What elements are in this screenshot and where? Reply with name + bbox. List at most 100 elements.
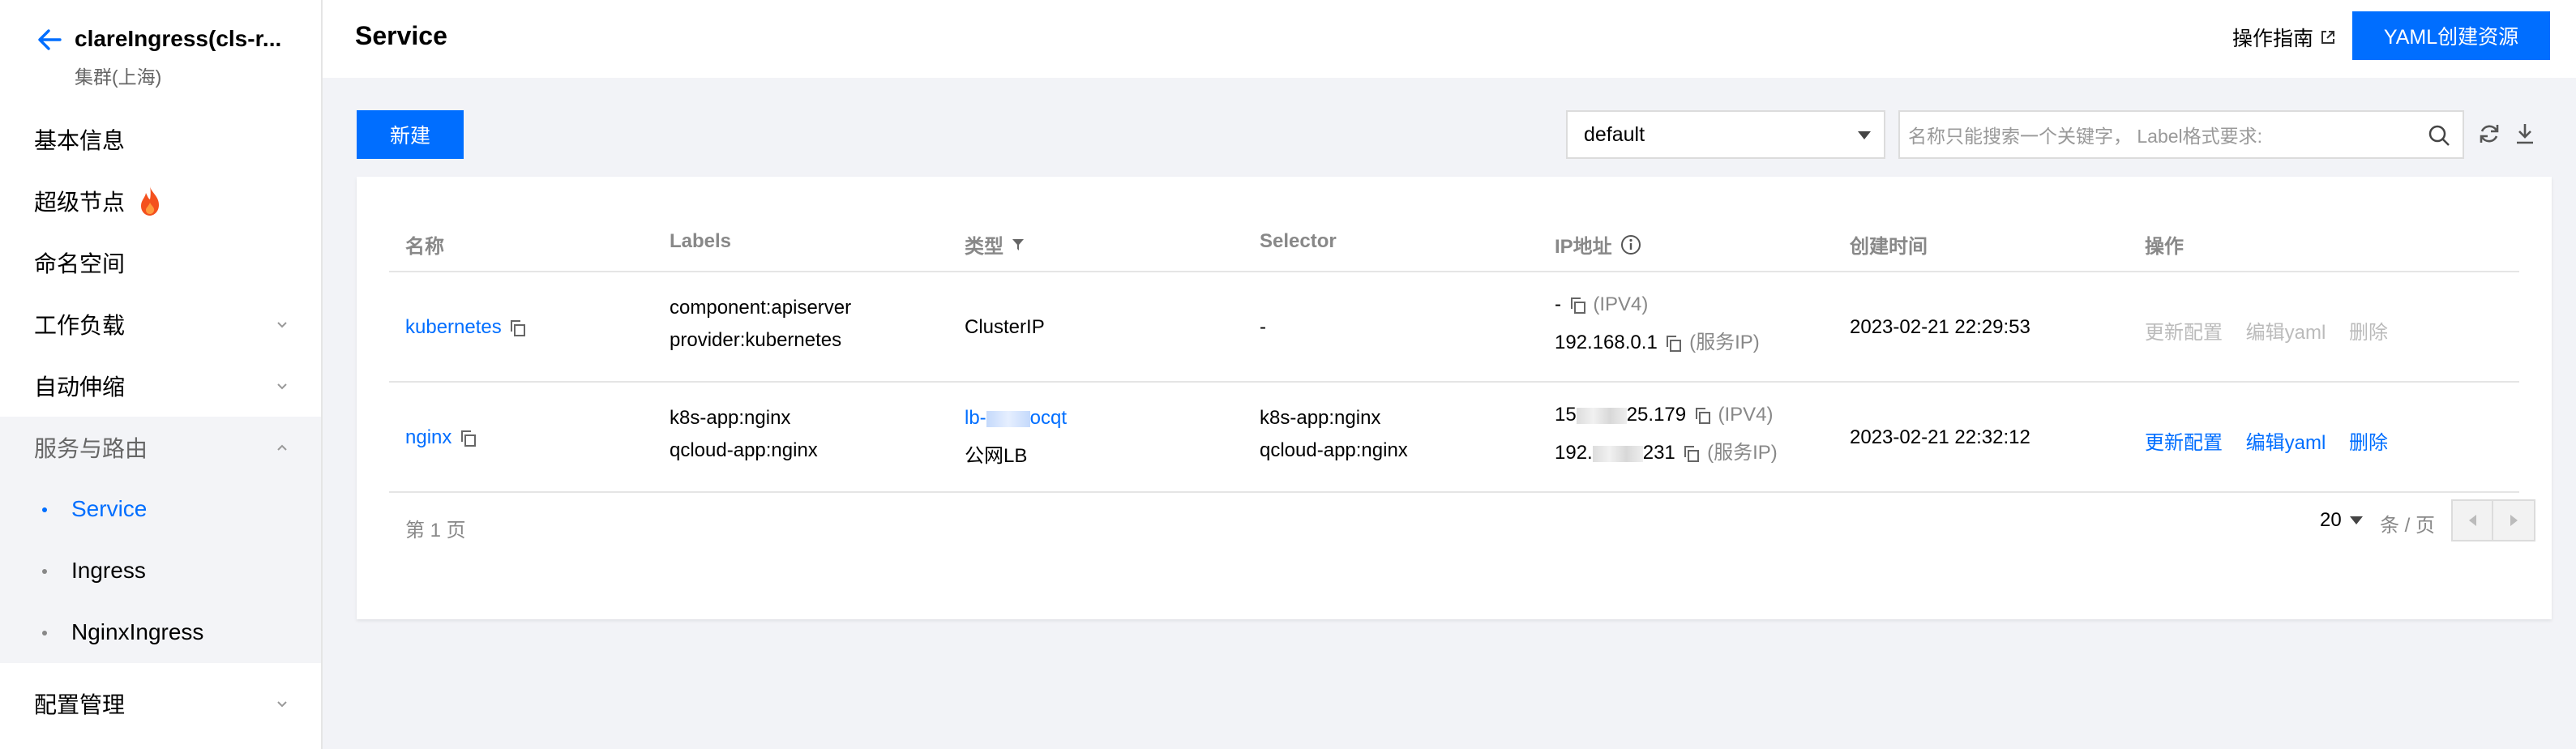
sidebar-item-workload[interactable]: 工作负载	[0, 293, 321, 355]
sidebar-item-label: 配置管理	[34, 692, 126, 717]
ip-start: 15	[1555, 404, 1577, 426]
service-name-cell: kubernetes	[405, 316, 528, 339]
guide-link[interactable]: 操作指南	[2232, 23, 2336, 52]
col-selector: Selector	[1260, 230, 1337, 252]
edit-yaml-action: 编辑yaml	[2245, 322, 2326, 344]
label-text: qcloud-app:nginx	[670, 439, 818, 461]
edit-yaml-action[interactable]: 编辑yaml	[2246, 432, 2326, 454]
update-config-action: 更新配置	[2145, 322, 2223, 344]
service-table: 名称 Labels 类型 Selector IP地址 创建时间 操作 kuber…	[389, 212, 2519, 493]
sidebar-subitem-nginx-ingress[interactable]: NginxIngress	[0, 601, 321, 663]
bullet-dot	[42, 507, 47, 512]
col-ip-label: IP地址	[1555, 236, 1612, 258]
page-info: 第 1 页	[405, 520, 466, 541]
selector-text: k8s-app:nginx	[1260, 407, 1381, 429]
per-page-label: 条 / 页	[2380, 515, 2436, 537]
ip-line: - (IPV4)	[1555, 293, 1648, 316]
copy-icon[interactable]	[1664, 334, 1684, 353]
ip-value: 192.168.0.1	[1555, 332, 1658, 353]
col-created: 创建时间	[1850, 236, 1928, 258]
ip-line: 192.168.0.1 (服务IP)	[1555, 326, 1760, 354]
sidebar-item-autoscaling[interactable]: 自动伸缩	[0, 355, 321, 417]
copy-icon[interactable]	[1568, 296, 1588, 315]
sidebar-item-label: 命名空间	[34, 251, 126, 276]
page-size-value: 20	[2320, 509, 2342, 531]
sidebar-item-namespace[interactable]: 命名空间	[0, 232, 321, 293]
next-page-button[interactable]	[2493, 501, 2534, 540]
copy-icon[interactable]	[508, 319, 528, 338]
label-text: provider:kubernetes	[670, 329, 842, 351]
col-type-label: 类型	[965, 236, 1003, 258]
sidebar-item-service-routing[interactable]: 服务与路由	[0, 417, 321, 478]
selector-text: qcloud-app:nginx	[1260, 439, 1408, 461]
col-name: 名称	[405, 236, 444, 258]
ip-tag: (IPV4)	[1718, 404, 1774, 426]
prev-page-button[interactable]	[2453, 501, 2493, 540]
sidebar-item-label: 服务与路由	[34, 436, 148, 461]
back-arrow-icon[interactable]	[36, 26, 63, 54]
row-actions: 更新配置 编辑yaml 删除	[2145, 316, 2406, 345]
chevron-up-icon	[277, 444, 287, 451]
table-header: 名称 Labels 类型 Selector IP地址 创建时间 操作	[389, 212, 2519, 272]
search-placeholder: 名称只能搜索一个关键字， Label格式要求:	[1908, 126, 2263, 147]
loadbalancer-link[interactable]: lb-ocqt	[965, 407, 1067, 430]
copy-icon[interactable]	[459, 429, 478, 448]
selector-text: -	[1260, 316, 1266, 338]
cluster-region: 集群(上海)	[75, 66, 162, 88]
namespace-value: default	[1584, 122, 1645, 146]
ip-start: 192.	[1555, 442, 1593, 464]
namespace-select[interactable]: default	[1566, 110, 1885, 159]
sidebar-item-super-node[interactable]: 超级节点	[0, 170, 321, 232]
redacted-block	[986, 410, 1030, 427]
redacted-block	[1576, 407, 1627, 424]
label-text: k8s-app:nginx	[670, 407, 791, 429]
service-type: ClusterIP	[965, 316, 1045, 338]
service-name-link[interactable]: nginx	[405, 426, 451, 448]
search-input[interactable]: 名称只能搜索一个关键字， Label格式要求:	[1898, 110, 2464, 159]
sidebar-subitem-label: NginxIngress	[71, 619, 204, 644]
lb-id-start: lb-	[965, 407, 986, 429]
sidebar-item-label: 基本信息	[34, 128, 126, 153]
bullet-dot	[42, 631, 47, 636]
filter-icon[interactable]	[1010, 237, 1026, 253]
download-icon[interactable]	[2513, 122, 2537, 146]
chevron-down-icon	[277, 383, 287, 390]
created-time: 2023-02-21 22:32:12	[1850, 426, 2030, 448]
info-icon[interactable]	[1620, 234, 1641, 255]
delete-action[interactable]: 删除	[2349, 432, 2388, 454]
new-button[interactable]: 新建	[357, 110, 464, 159]
external-link-icon	[2321, 31, 2335, 44]
caret-down-icon	[2349, 516, 2363, 524]
sidebar-subitem-service[interactable]: Service	[0, 478, 321, 540]
sidebar-subitem-label: Ingress	[71, 558, 146, 583]
ip-tag: (IPV4)	[1593, 293, 1649, 315]
search-icon[interactable]	[2427, 123, 2451, 148]
yaml-create-button[interactable]: YAML创建资源	[2352, 11, 2550, 60]
col-type: 类型	[965, 230, 1026, 259]
sidebar-item-config[interactable]: 配置管理	[0, 673, 321, 734]
sidebar-item-basic-info[interactable]: 基本信息	[0, 109, 321, 170]
created-time: 2023-02-21 22:29:53	[1850, 316, 2030, 338]
pager	[2451, 499, 2535, 541]
table-row: kubernetes component:apiserver provider:…	[389, 272, 2519, 383]
sidebar: clareIngress(cls-r... 集群(上海) 基本信息 超级节点 命…	[0, 0, 323, 749]
ip-value: -	[1555, 293, 1561, 315]
redacted-block	[1592, 445, 1643, 462]
ip-end: 25.179	[1626, 404, 1687, 426]
copy-icon[interactable]	[1682, 444, 1701, 464]
sidebar-subitem-ingress[interactable]: Ingress	[0, 540, 321, 601]
col-labels: Labels	[670, 230, 732, 252]
ip-tag: (服务IP)	[1689, 332, 1760, 353]
sidebar-group-service-routing: 服务与路由 Service Ingress NginxIngress	[0, 417, 321, 663]
fire-icon	[141, 186, 160, 216]
page-title: Service	[355, 21, 447, 50]
service-name-link[interactable]: kubernetes	[405, 316, 502, 338]
refresh-icon[interactable]	[2477, 122, 2501, 146]
sidebar-item-label: 自动伸缩	[34, 374, 126, 400]
update-config-action[interactable]: 更新配置	[2145, 432, 2223, 454]
delete-action: 删除	[2349, 322, 2389, 344]
page-size-select[interactable]: 20	[2320, 509, 2363, 532]
pagination: 第 1 页 20 条 / 页	[389, 496, 2535, 545]
copy-icon[interactable]	[1693, 406, 1713, 426]
bullet-dot	[42, 569, 47, 574]
